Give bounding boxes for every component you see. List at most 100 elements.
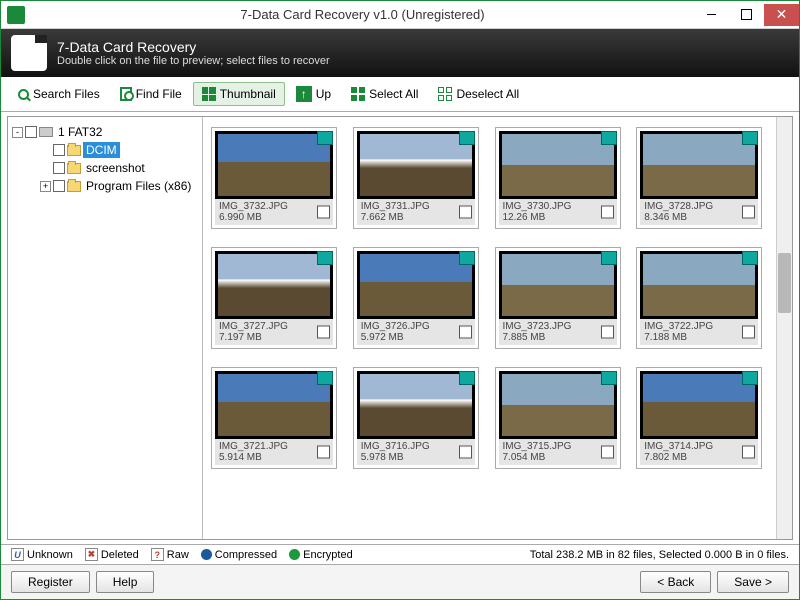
tree-checkbox[interactable] (53, 180, 65, 192)
thumbnail-filesize: 7.802 MB (644, 452, 754, 463)
thumbnail-item[interactable]: IMG_3728.JPG8.346 MB (636, 127, 762, 229)
thumbnail-image[interactable] (640, 371, 758, 439)
thumbnail-filesize: 7.197 MB (219, 332, 329, 343)
thumbnail-filesize: 8.346 MB (644, 212, 754, 223)
tree-item[interactable]: screenshot (10, 159, 200, 177)
tree-item[interactable]: - 1 FAT32 (10, 123, 200, 141)
app-icon (7, 6, 25, 24)
thumbnail-item[interactable]: IMG_3721.JPG5.914 MB (211, 367, 337, 469)
thumbnail-filename: IMG_3715.JPG (503, 441, 613, 452)
register-button[interactable]: Register (11, 571, 90, 593)
window-title: 7-Data Card Recovery v1.0 (Unregistered) (31, 7, 694, 22)
thumbnail-checkbox[interactable] (742, 206, 755, 219)
legend-raw: ?Raw (151, 548, 189, 561)
thumbnail-filesize: 5.914 MB (219, 452, 329, 463)
thumbnail-info: IMG_3732.JPG6.990 MB (215, 199, 333, 225)
thumbnail-item[interactable]: IMG_3714.JPG7.802 MB (636, 367, 762, 469)
thumbnail-image[interactable] (499, 131, 617, 199)
close-button[interactable] (764, 4, 799, 26)
thumbnail-checkbox[interactable] (601, 446, 614, 459)
thumbnail-info: IMG_3728.JPG8.346 MB (640, 199, 758, 225)
thumbnail-item[interactable]: IMG_3715.JPG7.054 MB (495, 367, 621, 469)
tree-checkbox[interactable] (53, 144, 65, 156)
thumbnail-image[interactable] (499, 251, 617, 319)
thumbnail-image[interactable] (357, 371, 475, 439)
legend-bar: UUnknown ✖Deleted ?Raw Compressed Encryp… (1, 544, 799, 564)
scrollbar-grip[interactable] (778, 253, 791, 313)
thumbnail-checkbox[interactable] (459, 446, 472, 459)
thumbnail-image[interactable] (215, 131, 333, 199)
thumbnail-filename: IMG_3722.JPG (644, 321, 754, 332)
minimize-button[interactable] (694, 4, 729, 26)
thumbnail-item[interactable]: IMG_3722.JPG7.188 MB (636, 247, 762, 349)
thumbnail-filename: IMG_3727.JPG (219, 321, 329, 332)
thumbnail-item[interactable]: IMG_3723.JPG7.885 MB (495, 247, 621, 349)
thumbnail-image[interactable] (499, 371, 617, 439)
thumbnail-pane: IMG_3732.JPG6.990 MB IMG_3731.JPG7.662 MB… (203, 117, 792, 539)
thumbnail-info: IMG_3727.JPG7.197 MB (215, 319, 333, 345)
tree-label[interactable]: DCIM (83, 142, 120, 158)
thumbnail-image[interactable] (640, 131, 758, 199)
thumbnail-filename: IMG_3716.JPG (361, 441, 471, 452)
search-icon (18, 89, 29, 100)
tree-label[interactable]: Program Files (x86) (83, 178, 194, 194)
tree-item[interactable]: DCIM (10, 141, 200, 159)
image-badge-icon (742, 131, 758, 145)
thumbnail-checkbox[interactable] (601, 206, 614, 219)
thumbnail-image[interactable] (357, 131, 475, 199)
thumbnail-checkbox[interactable] (742, 326, 755, 339)
maximize-button[interactable] (729, 4, 764, 26)
thumbnail-info: IMG_3722.JPG7.188 MB (640, 319, 758, 345)
deselect-all-button[interactable]: Deselect All (429, 82, 528, 106)
thumbnail-filename: IMG_3728.JPG (644, 201, 754, 212)
back-button[interactable]: < Back (640, 571, 711, 593)
help-button[interactable]: Help (96, 571, 155, 593)
thumbnail-item[interactable]: IMG_3732.JPG6.990 MB (211, 127, 337, 229)
thumbnail-image[interactable] (357, 251, 475, 319)
image-badge-icon (459, 371, 475, 385)
thumbnail-checkbox[interactable] (459, 326, 472, 339)
thumbnail-checkbox[interactable] (317, 326, 330, 339)
vertical-scrollbar[interactable] (776, 117, 792, 539)
tree-checkbox[interactable] (53, 162, 65, 174)
thumbnail-image[interactable] (215, 371, 333, 439)
thumbnail-item[interactable]: IMG_3731.JPG7.662 MB (353, 127, 479, 229)
thumbnail-filesize: 7.662 MB (361, 212, 471, 223)
thumbnail-checkbox[interactable] (317, 446, 330, 459)
image-badge-icon (601, 131, 617, 145)
image-badge-icon (317, 131, 333, 145)
thumbnail-item[interactable]: IMG_3726.JPG5.972 MB (353, 247, 479, 349)
thumbnail-checkbox[interactable] (742, 446, 755, 459)
thumbnail-button[interactable]: Thumbnail (193, 82, 285, 106)
expander-icon[interactable]: + (40, 181, 51, 192)
thumbnail-info: IMG_3721.JPG5.914 MB (215, 439, 333, 465)
thumbnail-info: IMG_3716.JPG5.978 MB (357, 439, 475, 465)
thumbnail-checkbox[interactable] (601, 326, 614, 339)
status-text: Total 238.2 MB in 82 files, Selected 0.0… (530, 549, 789, 561)
thumbnail-item[interactable]: IMG_3730.JPG12.26 MB (495, 127, 621, 229)
select-all-button[interactable]: Select All (342, 82, 427, 106)
up-label: Up (316, 87, 331, 101)
up-button[interactable]: Up (287, 81, 340, 107)
thumbnail-info: IMG_3715.JPG7.054 MB (499, 439, 617, 465)
deselect-all-label: Deselect All (456, 87, 519, 101)
header-subtitle: Double click on the file to preview; sel… (57, 55, 330, 67)
tree-label[interactable]: 1 FAT32 (55, 124, 105, 140)
tree-item[interactable]: + Program Files (x86) (10, 177, 200, 195)
expander-icon[interactable]: - (12, 127, 23, 138)
thumbnail-image[interactable] (640, 251, 758, 319)
thumbnail-image[interactable] (215, 251, 333, 319)
tree-checkbox[interactable] (25, 126, 37, 138)
thumbnail-checkbox[interactable] (317, 206, 330, 219)
search-files-button[interactable]: Search Files (9, 82, 109, 106)
thumbnail-filename: IMG_3730.JPG (503, 201, 613, 212)
thumbnail-info: IMG_3726.JPG5.972 MB (357, 319, 475, 345)
thumbnail-item[interactable]: IMG_3716.JPG5.978 MB (353, 367, 479, 469)
save-button[interactable]: Save > (717, 571, 789, 593)
thumbnail-checkbox[interactable] (459, 206, 472, 219)
thumbnail-info: IMG_3714.JPG7.802 MB (640, 439, 758, 465)
tree-label[interactable]: screenshot (83, 160, 148, 176)
find-file-button[interactable]: Find File (111, 82, 191, 106)
thumbnail-filesize: 5.972 MB (361, 332, 471, 343)
thumbnail-item[interactable]: IMG_3727.JPG7.197 MB (211, 247, 337, 349)
